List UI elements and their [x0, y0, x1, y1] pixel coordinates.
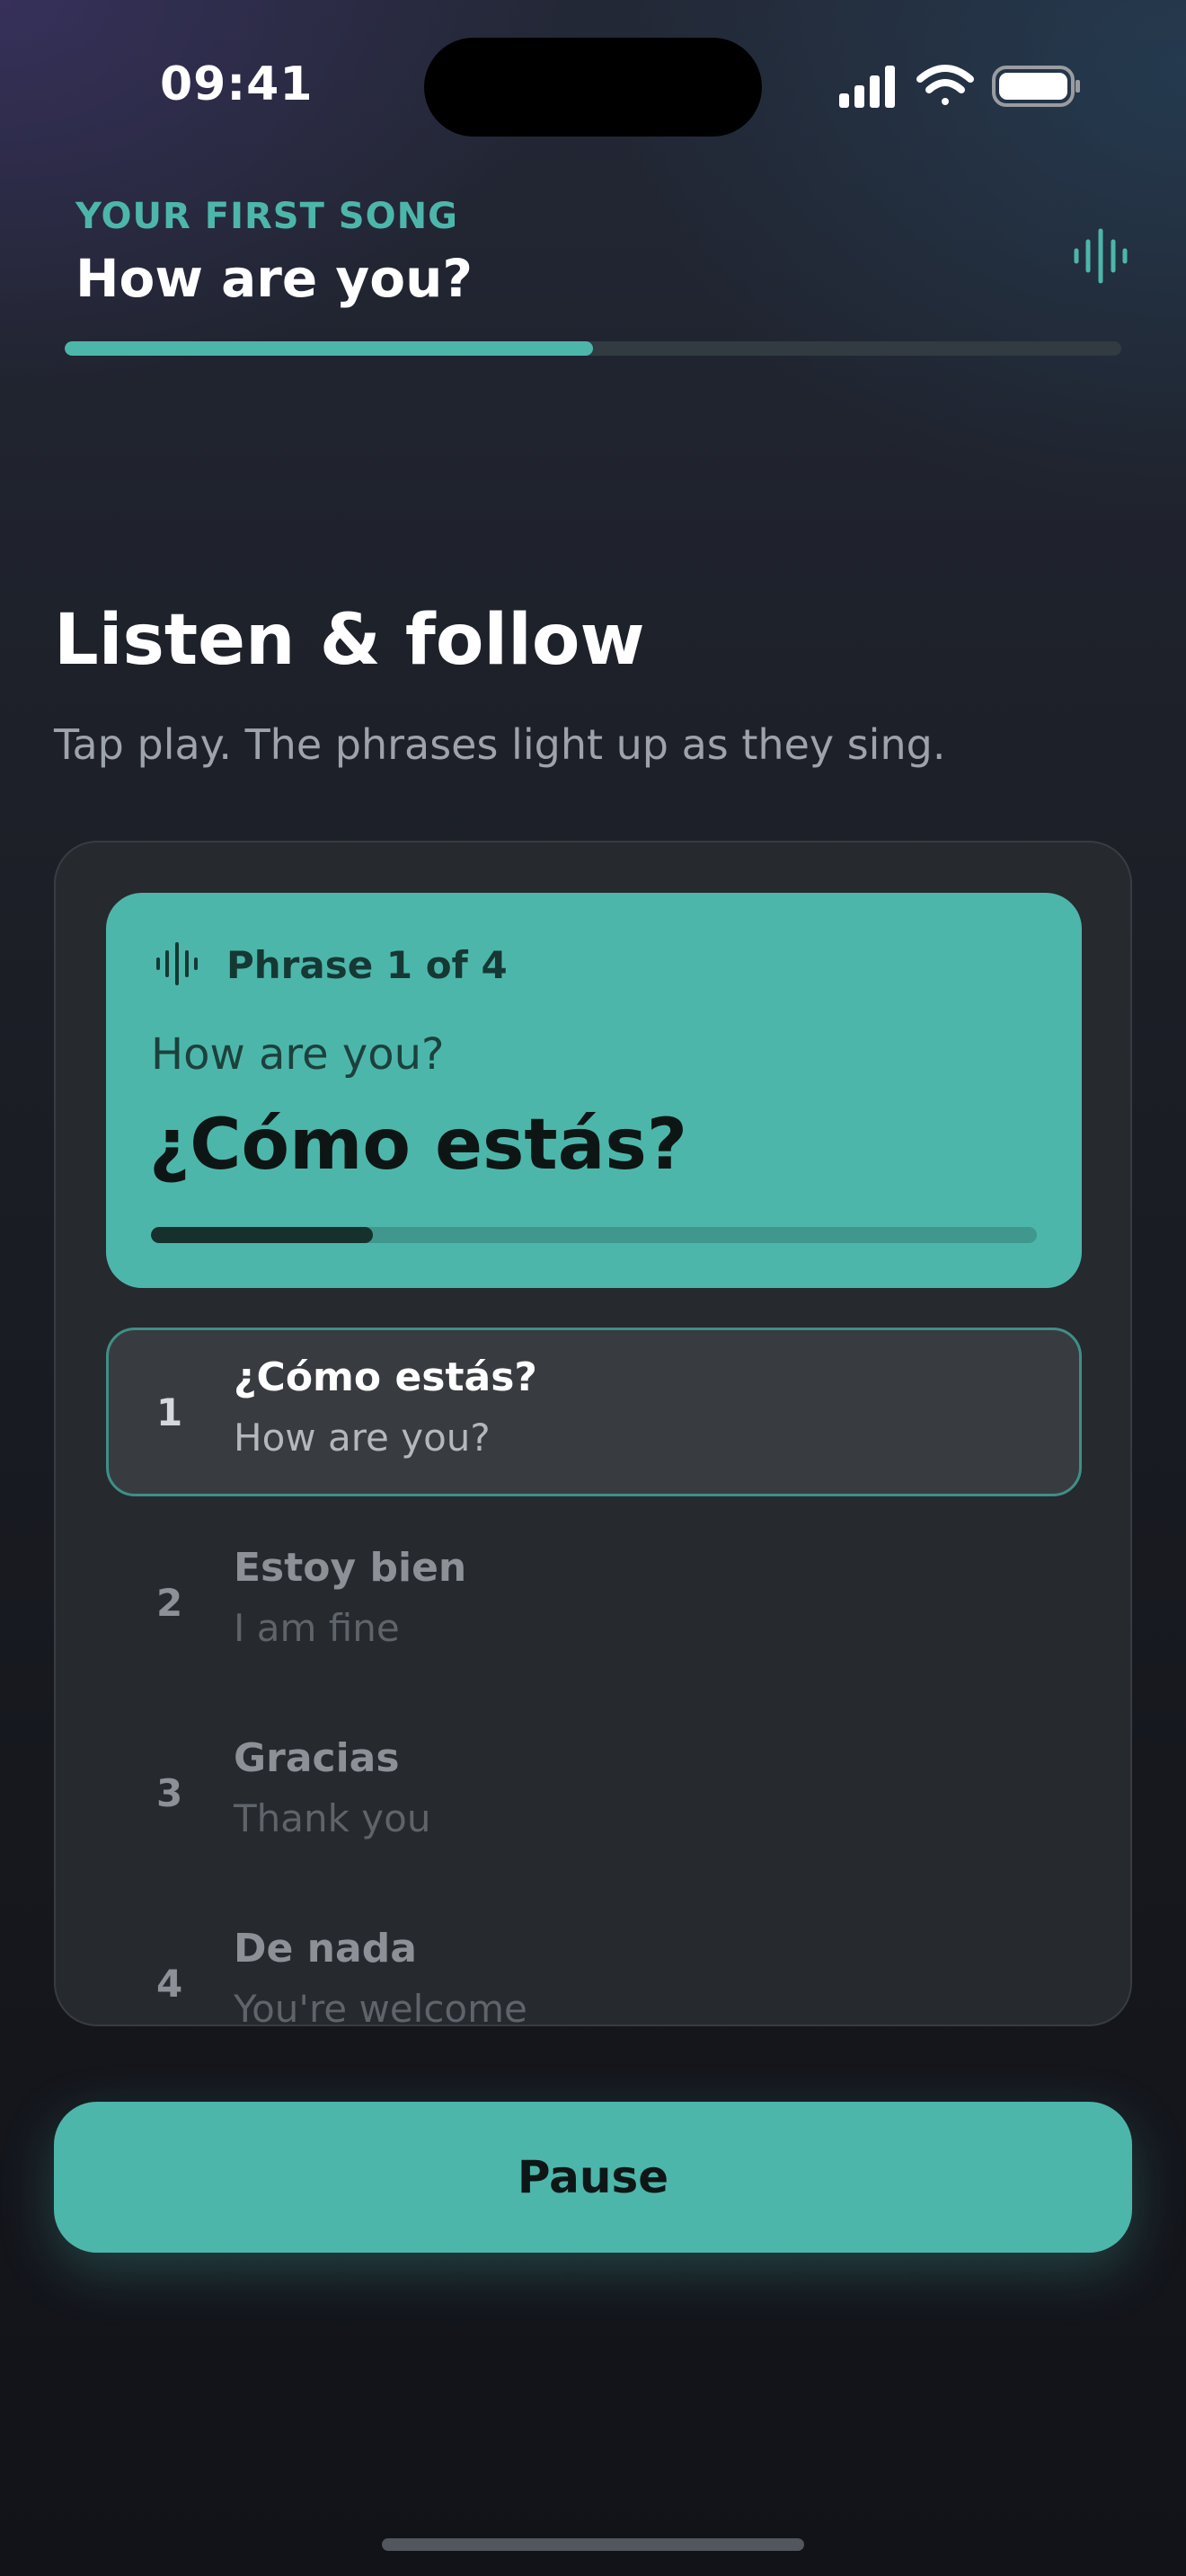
home-indicator[interactable] [382, 2538, 804, 2551]
phrase-row-3[interactable]: 3 Gracias Thank you [106, 1708, 1082, 1877]
phrase-index: 1 [156, 1390, 183, 1434]
phrase-row-4[interactable]: 4 De nada You're welcome [106, 1899, 1082, 2026]
phrase-translation: You're welcome [234, 1987, 527, 2026]
phrase-row-2[interactable]: 2 Estoy bien I am fine [106, 1518, 1082, 1687]
phrase-text: Estoy bien [234, 1545, 467, 1591]
phrase-counter: Phrase 1 of 4 [226, 943, 508, 987]
phrase-text: ¿Cómo estás? [234, 1354, 537, 1400]
song-eyebrow: YOUR FIRST SONG [75, 196, 458, 237]
status-time: 09:41 [160, 57, 314, 111]
battery-icon [992, 66, 1080, 107]
status-bar: 09:41 [0, 0, 1186, 171]
phrase-progress-fill [151, 1227, 373, 1243]
song-progress-bar [65, 341, 1121, 356]
phrase-text: Gracias [234, 1735, 400, 1781]
phrase-index: 4 [156, 1962, 183, 2006]
phrase-row-1[interactable]: 1 ¿Cómo estás? How are you? [106, 1328, 1082, 1496]
song-title: How are you? [75, 248, 474, 309]
wifi-icon [916, 65, 974, 105]
phrase-translation: How are you? [234, 1416, 491, 1460]
phrase-index: 3 [156, 1771, 183, 1815]
phrase-text: De nada [234, 1926, 417, 1972]
phrase-translation: I am fine [234, 1606, 400, 1650]
lyrics-card: Phrase 1 of 4 How are you? ¿Cómo estás? … [54, 841, 1132, 2026]
audio-wave-icon [1074, 228, 1128, 284]
phrase-progress-bar [151, 1227, 1037, 1243]
current-phrase-card: Phrase 1 of 4 How are you? ¿Cómo estás? [106, 893, 1082, 1288]
current-phrase-original: ¿Cómo estás? [149, 1105, 688, 1186]
pause-button[interactable]: Pause [54, 2102, 1132, 2253]
song-progress-fill [65, 341, 593, 356]
section-subtitle: Tap play. The phrases light up as they s… [54, 720, 946, 769]
dynamic-island [424, 38, 762, 137]
phrase-index: 2 [156, 1581, 183, 1625]
status-icons [839, 65, 1080, 108]
audio-wave-icon [156, 942, 198, 985]
current-phrase-translation: How are you? [151, 1029, 445, 1080]
phrase-list: 1 ¿Cómo estás? How are you? 2 Estoy bien… [106, 1328, 1082, 2026]
cellular-signal-icon [839, 66, 895, 108]
phrase-translation: Thank you [234, 1796, 431, 1840]
section-title: Listen & follow [54, 600, 645, 681]
